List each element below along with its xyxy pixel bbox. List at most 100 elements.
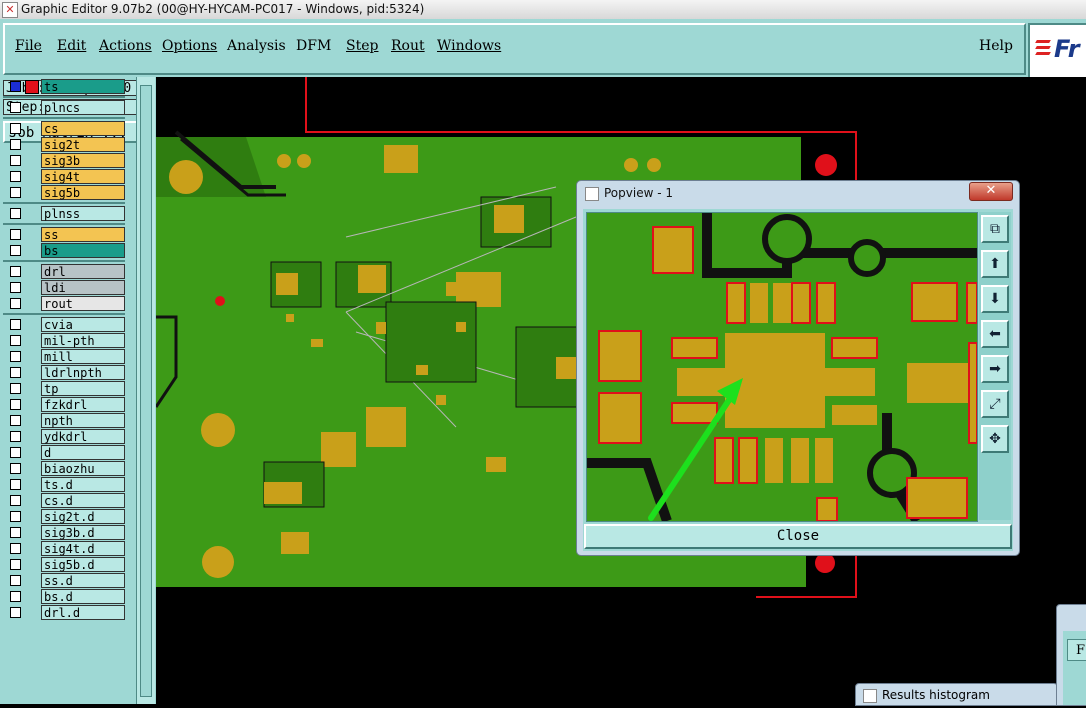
layer-visibility-checkbox[interactable] (10, 367, 21, 378)
pan-right-button[interactable]: ➡ (981, 355, 1009, 383)
layer-visibility-checkbox[interactable] (10, 511, 21, 522)
layer-row-sig5b-d[interactable]: sig5b.d (5, 557, 125, 572)
layer-visibility-checkbox[interactable] (10, 335, 21, 346)
layer-row-sig3b-d[interactable]: sig3b.d (5, 525, 125, 540)
layer-visibility-checkbox[interactable] (10, 383, 21, 394)
layer-visibility-checkbox[interactable] (10, 543, 21, 554)
layer-row-sig3b[interactable]: sig3b (5, 153, 125, 168)
menu-edit[interactable]: Edit (57, 38, 86, 54)
layer-row-bs[interactable]: bs (5, 243, 125, 258)
layer-visibility-checkbox[interactable] (10, 447, 21, 458)
layer-visibility-checkbox[interactable] (10, 591, 21, 602)
results-window-title: Results histogram (882, 688, 990, 702)
layer-visibility-checkbox[interactable] (10, 298, 21, 309)
layer-visibility-checkbox[interactable] (10, 351, 21, 362)
offscreen-window-button[interactable]: F (1067, 639, 1086, 661)
layer-row-ss[interactable]: ss (5, 227, 125, 242)
layer-row-cs-d[interactable]: cs.d (5, 493, 125, 508)
layer-row-biaozhu[interactable]: biaozhu (5, 461, 125, 476)
layer-row-bs-d[interactable]: bs.d (5, 589, 125, 604)
zoom-area-button[interactable]: ⧉ (981, 215, 1009, 243)
menu-windows[interactable]: Windows (437, 38, 501, 54)
layer-row-ts[interactable]: ts (5, 79, 125, 94)
layer-row-drl-d[interactable]: drl.d (5, 605, 125, 620)
layer-scrollbar[interactable] (136, 77, 155, 704)
layer-visibility-checkbox[interactable] (10, 187, 21, 198)
layer-visibility-checkbox[interactable] (10, 171, 21, 182)
layer-row-ldrlnpth[interactable]: ldrlnpth (5, 365, 125, 380)
menu-analysis[interactable]: Analysis (227, 38, 286, 54)
layer-visibility-checkbox[interactable] (10, 155, 21, 166)
layer-visibility-checkbox[interactable] (10, 399, 21, 410)
move-button[interactable]: ✥ (981, 425, 1009, 453)
layer-row-sig4t-d[interactable]: sig4t.d (5, 541, 125, 556)
pan-down-button[interactable]: ⬇ (981, 285, 1009, 313)
layer-row-ts-d[interactable]: ts.d (5, 477, 125, 492)
layer-visibility-checkbox[interactable] (10, 123, 21, 134)
layer-name: sig2t.d (41, 509, 125, 524)
layer-name: d (41, 445, 125, 460)
layer-row-ss-d[interactable]: ss.d (5, 573, 125, 588)
layer-visibility-checkbox[interactable] (10, 229, 21, 240)
layer-visibility-checkbox[interactable] (10, 139, 21, 150)
layer-row-sig2t[interactable]: sig2t (5, 137, 125, 152)
popview-pcb-detail[interactable] (587, 213, 978, 524)
menu-rout[interactable]: Rout (391, 38, 425, 54)
menu-file[interactable]: File (15, 38, 42, 54)
layer-visibility-checkbox[interactable] (10, 266, 21, 277)
layer-visibility-checkbox[interactable] (10, 495, 21, 506)
layer-row-npth[interactable]: npth (5, 413, 125, 428)
layer-visibility-checkbox[interactable] (10, 575, 21, 586)
layer-name: sig3b.d (41, 525, 125, 540)
layer-row-d[interactable]: d (5, 445, 125, 460)
layer-row-ydkdrl[interactable]: ydkdrl (5, 429, 125, 444)
layer-visibility-checkbox[interactable] (10, 607, 21, 618)
layer-row-cvia[interactable]: cvia (5, 317, 125, 332)
layer-visibility-checkbox[interactable] (10, 415, 21, 426)
layer-visibility-checkbox[interactable] (10, 527, 21, 538)
layer-visibility-checkbox[interactable] (10, 559, 21, 570)
menu-help[interactable]: Help (979, 38, 1013, 54)
layer-visibility-checkbox[interactable] (10, 479, 21, 490)
layer-row-fzkdrl[interactable]: fzkdrl (5, 397, 125, 412)
layer-visibility-checkbox[interactable] (10, 208, 21, 219)
active-layer-color-swatch (25, 80, 39, 94)
layer-visibility-checkbox[interactable] (10, 282, 21, 293)
layer-visibility-checkbox[interactable] (10, 245, 21, 256)
layer-row-cs[interactable]: cs (5, 121, 125, 136)
popview-close-button[interactable]: Close (584, 524, 1012, 549)
layer-row-sig5b[interactable]: sig5b (5, 185, 125, 200)
layer-row-drl[interactable]: drl (5, 264, 125, 279)
pan-left-button[interactable]: ⬅ (981, 320, 1009, 348)
layer-row-mill[interactable]: mill (5, 349, 125, 364)
layer-name: fzkdrl (41, 397, 125, 412)
layer-visibility-checkbox[interactable] (10, 319, 21, 330)
logo-stripes (1035, 40, 1051, 58)
layer-group-separator (3, 223, 125, 225)
layer-row-ldi[interactable]: ldi (5, 280, 125, 295)
layer-row-plncs[interactable]: plncs (5, 100, 125, 115)
layer-visibility-checkbox[interactable] (10, 431, 21, 442)
layer-row-plnss[interactable]: plnss (5, 206, 125, 221)
layer-group-separator (3, 117, 125, 119)
layer-row-sig2t-d[interactable]: sig2t.d (5, 509, 125, 524)
layer-name: sig4t.d (41, 541, 125, 556)
layer-row-tp[interactable]: tp (5, 381, 125, 396)
layer-visibility-checkbox[interactable] (10, 102, 21, 113)
layer-row-mil-pth[interactable]: mil-pth (5, 333, 125, 348)
menu-step[interactable]: Step (346, 38, 378, 54)
layer-visibility-checkbox[interactable] (10, 463, 21, 474)
menu-dfm[interactable]: DFM (296, 38, 331, 54)
layer-visibility-checkbox[interactable] (10, 81, 21, 92)
pan-up-button[interactable]: ⬆ (981, 250, 1009, 278)
popview-close-x-button[interactable]: ✕ (969, 182, 1013, 201)
menu-actions[interactable]: Actions (99, 38, 152, 54)
zoom-fit-button[interactable]: ⤢ (981, 390, 1009, 418)
scrollbar-thumb[interactable] (140, 85, 152, 697)
offscreen-window[interactable]: F (1056, 604, 1086, 706)
layer-row-rout[interactable]: rout (5, 296, 125, 311)
menu-options[interactable]: Options (162, 38, 217, 54)
results-histogram-window[interactable]: Results histogram (855, 683, 1058, 706)
layer-row-sig4t[interactable]: sig4t (5, 169, 125, 184)
popview-zoom-view[interactable] (586, 212, 978, 524)
